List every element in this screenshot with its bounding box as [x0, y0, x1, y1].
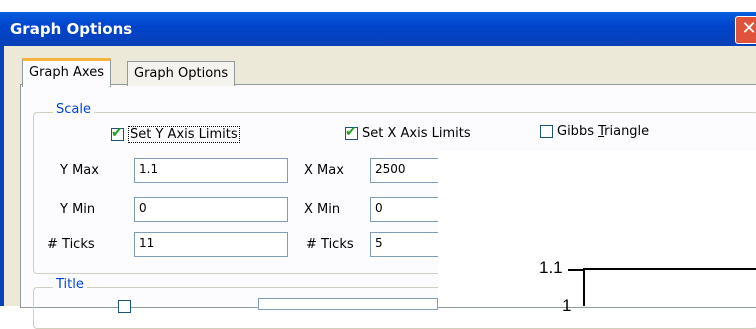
tab-label: Graph Axes: [29, 65, 104, 80]
x-max-label: X Max: [304, 163, 344, 178]
tab-graph-axes[interactable]: Graph Axes: [22, 58, 111, 87]
y-min-input[interactable]: 0: [134, 197, 288, 222]
title-input[interactable]: [258, 298, 438, 310]
checkbox-label: Gibbs Triangle: [557, 124, 649, 139]
background-strip: [0, 0, 756, 12]
checkbox-box[interactable]: ✔: [111, 125, 124, 141]
graph-preview-window: 1.1 1: [438, 151, 756, 315]
y-ticks-label: # Ticks: [47, 237, 95, 252]
y-axis-line: [583, 268, 585, 306]
y-tick-label: 1.1: [539, 258, 563, 277]
gibbs-triangle-checkbox[interactable]: Gibbs Triangle: [540, 124, 649, 139]
label-text: riangle: [604, 124, 650, 139]
set-x-axis-limits-checkbox[interactable]: ✔ Set X Axis Limits: [345, 124, 471, 141]
y-tick-label: 1: [562, 296, 572, 315]
x-ticks-label: # Ticks: [306, 237, 354, 252]
scale-legend: Scale: [53, 102, 94, 117]
close-icon: ✕: [741, 18, 756, 39]
title-checkbox[interactable]: [118, 300, 131, 313]
checkbox-box[interactable]: ✔: [345, 124, 358, 140]
window-titlebar[interactable]: Graph Options: [0, 12, 756, 46]
label-text: Gibbs: [557, 124, 599, 139]
plot-frame-top: [583, 268, 756, 270]
checkmark-icon: ✔: [111, 125, 123, 141]
checkbox-label: Set X Axis Limits: [362, 126, 471, 141]
y-ticks-input[interactable]: 11: [134, 232, 288, 257]
y-max-input[interactable]: 1.1: [134, 158, 288, 183]
title-legend: Title: [53, 277, 87, 292]
y-min-label: Y Min: [60, 202, 96, 217]
x-min-label: X Min: [304, 202, 341, 217]
window-title: Graph Options: [10, 20, 133, 38]
set-y-axis-limits-checkbox[interactable]: ✔ Set Y Axis Limits: [111, 125, 240, 143]
tab-graph-options[interactable]: Graph Options: [127, 61, 236, 86]
dialog-border: [0, 46, 4, 306]
tick-mark: [568, 269, 584, 271]
checkbox-box[interactable]: [540, 125, 553, 138]
tab-label: Graph Options: [134, 66, 229, 81]
close-button[interactable]: ✕: [735, 16, 756, 44]
checkbox-label: Set Y Axis Limits: [128, 126, 240, 143]
checkmark-icon: ✔: [345, 124, 357, 140]
y-max-label: Y Max: [60, 163, 99, 178]
